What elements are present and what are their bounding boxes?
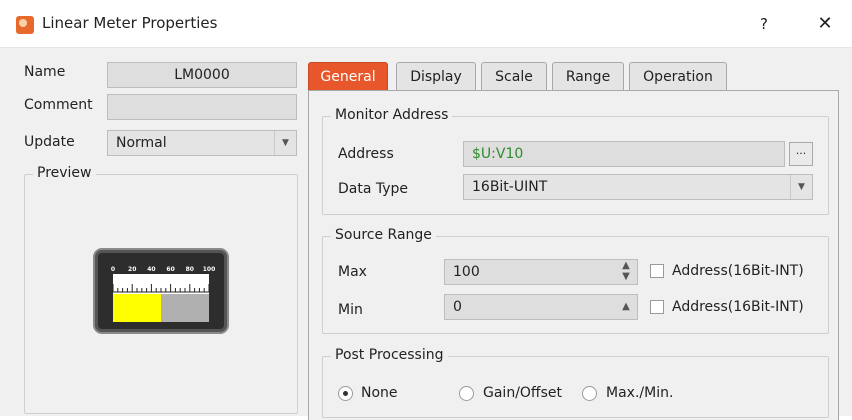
data-type-label: Data Type — [338, 181, 409, 197]
name-label: Name — [24, 64, 66, 80]
update-select-value: Normal — [116, 135, 167, 151]
radio-none[interactable] — [338, 386, 353, 401]
tab-range[interactable]: Range — [552, 62, 624, 90]
browse-address-button[interactable]: ... — [789, 142, 813, 166]
close-button[interactable]: ✕ — [812, 12, 838, 36]
radio-none-label: None — [361, 385, 398, 401]
data-type-select-value: 16Bit-UINT — [472, 179, 548, 195]
meter-tick-label: 100 — [203, 266, 216, 273]
linear-meter-properties-dialog: Linear Meter Properties ? ✕ Name LM0000 … — [0, 0, 852, 420]
max-input[interactable]: 100 ▲ ▼ — [444, 259, 638, 285]
min-input[interactable]: 0 ▲ — [444, 294, 638, 320]
meter-graphic: 0 20 40 60 80 100 — [111, 266, 216, 322]
title-bar: Linear Meter Properties ? ✕ — [0, 0, 852, 48]
data-type-select[interactable]: 16Bit-UINT ▼ — [463, 174, 813, 200]
spin-up-icon[interactable]: ▲ — [615, 295, 637, 319]
radio-gain-offset[interactable] — [459, 386, 474, 401]
chevron-down-icon[interactable]: ▼ — [790, 175, 812, 199]
preview-title: Preview — [33, 165, 96, 181]
update-label: Update — [24, 134, 75, 150]
tab-scale[interactable]: Scale — [481, 62, 547, 90]
source-range-title: Source Range — [331, 227, 436, 243]
max-address-label: Address(16Bit-INT) — [672, 263, 804, 279]
comment-field[interactable] — [107, 94, 297, 120]
linear-meter-preview: 0 20 40 60 80 100 — [93, 248, 229, 334]
min-label: Min — [338, 302, 363, 318]
post-processing-group: Post Processing — [322, 347, 829, 418]
meter-tick-label: 20 — [128, 266, 136, 273]
tab-display[interactable]: Display — [396, 62, 476, 90]
monitor-address-title: Monitor Address — [331, 107, 453, 123]
tab-general[interactable]: General — [308, 62, 388, 92]
comment-label: Comment — [24, 97, 93, 113]
radio-gain-offset-label: Gain/Offset — [483, 385, 562, 401]
spin-up-down-icon[interactable]: ▲ ▼ — [615, 260, 637, 284]
meter-tick-label: 0 — [111, 266, 115, 273]
name-field: LM0000 — [107, 62, 297, 88]
meter-bar-fill — [113, 294, 161, 322]
radio-max-min-label: Max./Min. — [606, 385, 674, 401]
post-processing-title: Post Processing — [331, 347, 448, 363]
update-select[interactable]: Normal ▼ — [107, 130, 297, 156]
max-label: Max — [338, 264, 367, 280]
address-label: Address — [338, 146, 394, 162]
min-value: 0 — [453, 299, 462, 315]
max-address-checkbox[interactable] — [650, 264, 664, 278]
radio-max-min[interactable] — [582, 386, 597, 401]
app-icon — [16, 16, 34, 34]
chevron-down-icon[interactable]: ▼ — [274, 131, 296, 155]
window-title: Linear Meter Properties — [42, 14, 218, 32]
help-button[interactable]: ? — [752, 12, 776, 36]
meter-tick-label: 60 — [166, 266, 174, 273]
min-address-label: Address(16Bit-INT) — [672, 299, 804, 315]
address-field[interactable]: $U:V10 — [463, 141, 785, 167]
meter-tick-label: 40 — [147, 266, 155, 273]
min-address-checkbox[interactable] — [650, 300, 664, 314]
tab-operation[interactable]: Operation — [629, 62, 727, 90]
max-value: 100 — [453, 264, 480, 280]
meter-tick-label: 80 — [186, 266, 194, 273]
